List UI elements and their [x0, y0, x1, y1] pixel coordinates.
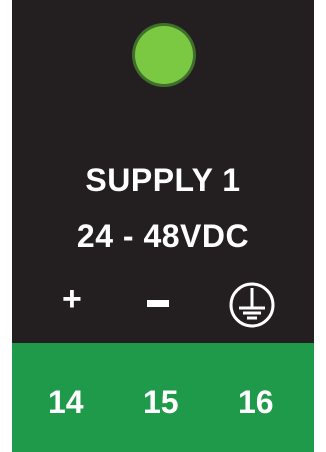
status-led-icon [135, 26, 193, 84]
ground-icon [229, 282, 275, 328]
terminal-number: 15 [143, 384, 179, 420]
voltage-range: 24 - 48VDC [76, 218, 250, 254]
minus-icon [147, 300, 169, 307]
terminal-number: 14 [48, 384, 84, 420]
terminal-number: 16 [238, 384, 274, 420]
plus-icon: + [62, 280, 82, 318]
terminal-block: 14 15 16 [12, 343, 314, 452]
power-supply-panel: SUPPLY 1 24 - 48VDC + 14 15 16 [12, 0, 314, 452]
supply-name: SUPPLY 1 [85, 162, 241, 198]
